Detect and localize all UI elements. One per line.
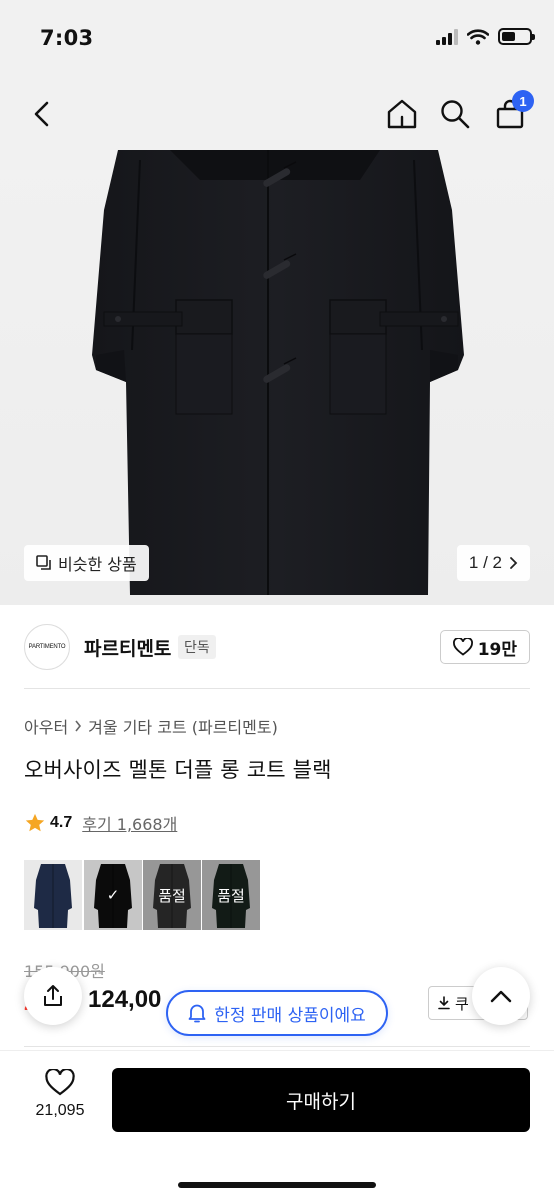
brand-logo-text: PARTIMENTO (28, 644, 66, 650)
star-icon (25, 813, 45, 832)
breadcrumb: 아우터 겨울 기타 코트 (파르티멘토) (24, 714, 278, 738)
breadcrumb-subcategory[interactable]: 겨울 기타 코트 (파르티멘토) (88, 714, 278, 738)
brand-like-count: 19만 (477, 639, 517, 660)
coupon-label: 쿠 (455, 994, 469, 1013)
cart-button[interactable]: 1 (488, 90, 534, 136)
chevron-right-icon (510, 557, 518, 569)
review-count-link[interactable]: 후기 1,668개 (82, 811, 177, 835)
nav-bar: 1 (0, 80, 554, 150)
brand-logo[interactable]: PARTIMENTO (24, 624, 70, 670)
chevron-left-icon (34, 101, 49, 127)
status-bar: 7:03 (0, 0, 554, 80)
product-image[interactable]: 비슷한 상품 1 / 2 (0, 150, 554, 605)
home-indicator (178, 1182, 376, 1188)
coat-thumbnail (34, 864, 72, 928)
search-icon (441, 100, 470, 129)
back-button[interactable] (20, 92, 64, 136)
status-time: 7:03 (40, 26, 94, 50)
rating-score: 4.7 (50, 814, 73, 831)
cart-count-badge: 1 (512, 90, 534, 112)
wishlist-button[interactable]: 21,095 (22, 1069, 98, 1141)
sold-out-label: 품절 (202, 860, 260, 930)
home-icon (387, 99, 417, 129)
search-button[interactable] (433, 92, 477, 136)
pager-text: 1 / 2 (468, 553, 502, 572)
limited-sale-label: 한정 판매 상품이에요 (214, 1005, 366, 1026)
wishlist-count: 21,095 (35, 1102, 85, 1119)
bottom-bar: 21,095 구매하기 (0, 1050, 554, 1200)
color-options: ✓ 품절 품절 (24, 860, 261, 930)
scroll-top-button[interactable] (472, 967, 530, 1025)
chevron-right-icon (75, 720, 82, 732)
cellular-signal-icon (436, 28, 458, 45)
exclusive-badge: 단독 (178, 635, 216, 659)
buy-button[interactable]: 구매하기 (112, 1068, 530, 1132)
similar-products-label: 비슷한 상품 (58, 555, 137, 574)
heart-icon (45, 1069, 75, 1096)
coat-photo (92, 150, 464, 595)
similar-products-button[interactable]: 비슷한 상품 (24, 545, 149, 581)
share-icon (44, 985, 62, 1006)
color-option-charcoal[interactable]: 품절 (143, 860, 201, 930)
image-pager[interactable]: 1 / 2 (456, 545, 530, 581)
home-button[interactable] (380, 92, 424, 136)
copy-icon (36, 555, 51, 570)
download-icon (438, 996, 450, 1010)
status-icons (436, 28, 535, 45)
heart-icon (452, 638, 473, 656)
divider (24, 688, 530, 689)
sold-out-label: 품절 (143, 860, 201, 930)
color-option-black[interactable]: ✓ (84, 860, 142, 930)
bell-icon (188, 1004, 206, 1023)
battery-icon (498, 28, 535, 45)
battery-level (502, 32, 515, 41)
color-option-navy[interactable] (24, 860, 82, 930)
rating-row: 4.7 후기 1,668개 (24, 811, 177, 835)
brand-row: PARTIMENTO 파르티멘토 단독 19만 (0, 605, 554, 689)
brand-name[interactable]: 파르티멘토 (84, 634, 171, 661)
product-title: 오버사이즈 멜톤 더플 롱 코트 블랙 (24, 758, 332, 782)
breadcrumb-category[interactable]: 아우터 (24, 714, 68, 738)
brand-like-button[interactable]: 19만 (439, 630, 530, 664)
chevron-up-icon (490, 990, 512, 1003)
share-button[interactable] (24, 967, 82, 1025)
sale-price: 124,00 (88, 986, 162, 1013)
limited-sale-chip[interactable]: 한정 판매 상품이에요 (166, 990, 388, 1036)
selected-check-icon: ✓ (84, 860, 142, 930)
wifi-icon (467, 28, 489, 45)
color-option-dark-green[interactable]: 품절 (202, 860, 260, 930)
